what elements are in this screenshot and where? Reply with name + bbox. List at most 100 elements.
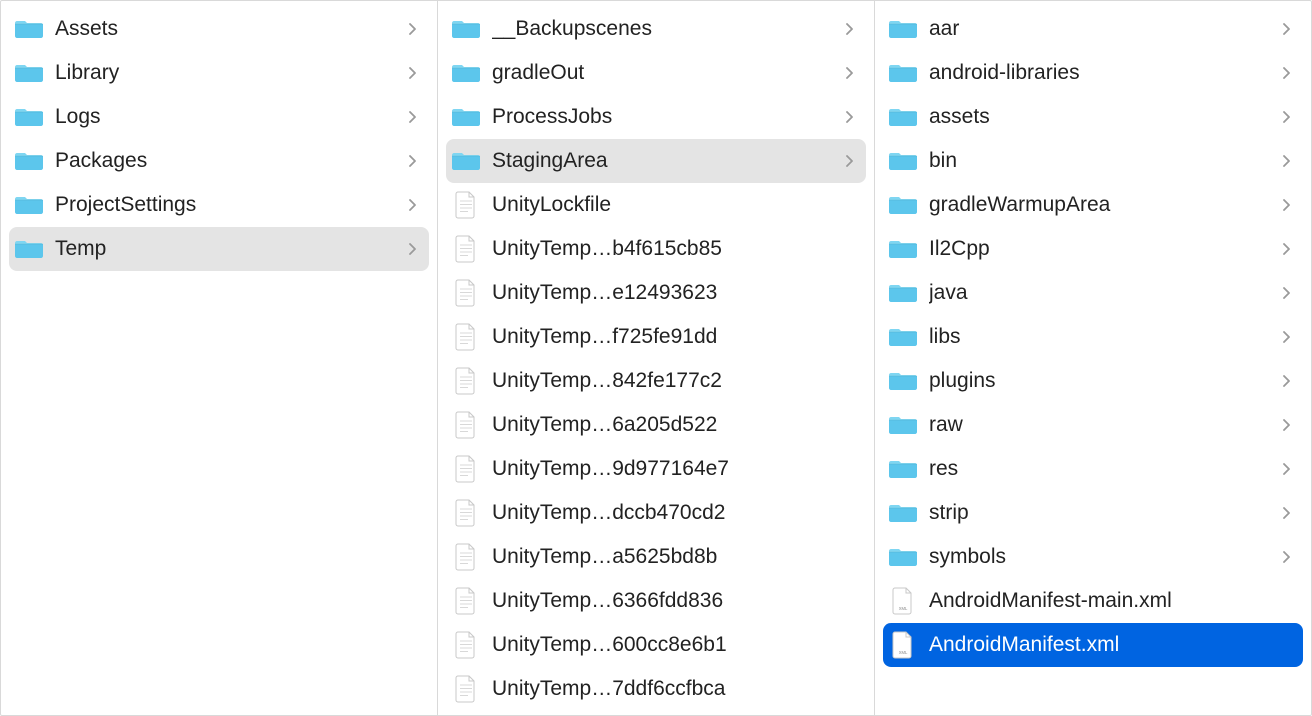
folder-icon bbox=[889, 235, 917, 263]
list-item-gradlewarmuparea[interactable]: gradleWarmupArea bbox=[883, 183, 1303, 227]
list-item-projectsettings[interactable]: ProjectSettings bbox=[9, 183, 429, 227]
chevron-right-icon bbox=[1281, 287, 1293, 299]
list-item-java[interactable]: java bbox=[883, 271, 1303, 315]
column-1: Assets Library Logs Packages ProjectSett… bbox=[1, 1, 438, 715]
folder-icon bbox=[452, 59, 480, 87]
chevron-right-icon bbox=[844, 111, 856, 123]
folder-icon bbox=[452, 147, 480, 175]
folder-icon bbox=[15, 147, 43, 175]
list-item-backupscenes[interactable]: __Backupscenes bbox=[446, 7, 866, 51]
file-icon bbox=[452, 587, 480, 615]
folder-icon bbox=[889, 367, 917, 395]
item-label: strip bbox=[929, 501, 1269, 525]
chevron-right-icon bbox=[1281, 67, 1293, 79]
item-label: __Backupscenes bbox=[492, 17, 832, 41]
chevron-right-icon bbox=[407, 67, 419, 79]
chevron-right-icon bbox=[1281, 375, 1293, 387]
list-item-il2cpp[interactable]: Il2Cpp bbox=[883, 227, 1303, 271]
list-item-libs[interactable]: libs bbox=[883, 315, 1303, 359]
list-item-unitytemp-f725fe91dd[interactable]: UnityTemp…f725fe91dd bbox=[446, 315, 866, 359]
list-item-assets[interactable]: Assets bbox=[9, 7, 429, 51]
item-label: libs bbox=[929, 325, 1269, 349]
item-label: UnityTemp…600cc8e6b1 bbox=[492, 633, 856, 657]
list-item-assets[interactable]: assets bbox=[883, 95, 1303, 139]
item-label: android-libraries bbox=[929, 61, 1269, 85]
item-label: res bbox=[929, 457, 1269, 481]
chevron-right-icon bbox=[1281, 199, 1293, 211]
svg-text:XML: XML bbox=[899, 606, 908, 611]
folder-icon bbox=[889, 499, 917, 527]
list-item-unitytemp-9d977164e7[interactable]: UnityTemp…9d977164e7 bbox=[446, 447, 866, 491]
list-item-library[interactable]: Library bbox=[9, 51, 429, 95]
item-label: aar bbox=[929, 17, 1269, 41]
file-icon bbox=[452, 367, 480, 395]
file-icon bbox=[452, 631, 480, 659]
list-item-gradleout[interactable]: gradleOut bbox=[446, 51, 866, 95]
item-label: Packages bbox=[55, 149, 395, 173]
list-item-stagingarea[interactable]: StagingArea bbox=[446, 139, 866, 183]
chevron-right-icon bbox=[1281, 155, 1293, 167]
list-item-raw[interactable]: raw bbox=[883, 403, 1303, 447]
item-label: UnityTemp…b4f615cb85 bbox=[492, 237, 856, 261]
list-item-temp[interactable]: Temp bbox=[9, 227, 429, 271]
item-label: plugins bbox=[929, 369, 1269, 393]
folder-icon bbox=[889, 103, 917, 131]
list-item-unitytemp-dccb470cd2[interactable]: UnityTemp…dccb470cd2 bbox=[446, 491, 866, 535]
chevron-right-icon bbox=[407, 155, 419, 167]
item-label: UnityTemp…7ddf6ccfbca bbox=[492, 677, 856, 701]
item-label: Temp bbox=[55, 237, 395, 261]
item-label: Il2Cpp bbox=[929, 237, 1269, 261]
list-item-logs[interactable]: Logs bbox=[9, 95, 429, 139]
chevron-right-icon bbox=[1281, 331, 1293, 343]
folder-icon bbox=[889, 15, 917, 43]
list-item-packages[interactable]: Packages bbox=[9, 139, 429, 183]
list-item-unitytemp-a5625bd8b[interactable]: UnityTemp…a5625bd8b bbox=[446, 535, 866, 579]
item-label: UnityTemp…6366fdd836 bbox=[492, 589, 856, 613]
folder-icon bbox=[15, 103, 43, 131]
list-item-plugins[interactable]: plugins bbox=[883, 359, 1303, 403]
folder-icon bbox=[889, 279, 917, 307]
item-label: UnityTemp…f725fe91dd bbox=[492, 325, 856, 349]
file-icon bbox=[452, 235, 480, 263]
list-item-androidmanifest-main-xml[interactable]: XML AndroidManifest-main.xml bbox=[883, 579, 1303, 623]
finder-columns: Assets Library Logs Packages ProjectSett… bbox=[0, 0, 1312, 716]
folder-icon bbox=[15, 59, 43, 87]
list-item-bin[interactable]: bin bbox=[883, 139, 1303, 183]
chevron-right-icon bbox=[407, 111, 419, 123]
list-item-unitytemp-600cc8e6b1[interactable]: UnityTemp…600cc8e6b1 bbox=[446, 623, 866, 667]
item-label: assets bbox=[929, 105, 1269, 129]
list-item-androidmanifest-xml[interactable]: XML AndroidManifest.xml bbox=[883, 623, 1303, 667]
list-item-strip[interactable]: strip bbox=[883, 491, 1303, 535]
folder-icon bbox=[889, 59, 917, 87]
folder-icon bbox=[889, 191, 917, 219]
item-label: AndroidManifest-main.xml bbox=[929, 589, 1293, 613]
folder-icon bbox=[889, 455, 917, 483]
xml-file-icon: XML bbox=[889, 587, 917, 615]
item-label: UnityTemp…dccb470cd2 bbox=[492, 501, 856, 525]
chevron-right-icon bbox=[1281, 463, 1293, 475]
item-label: ProjectSettings bbox=[55, 193, 395, 217]
chevron-right-icon bbox=[407, 243, 419, 255]
list-item-unitytemp-6366fdd836[interactable]: UnityTemp…6366fdd836 bbox=[446, 579, 866, 623]
chevron-right-icon bbox=[1281, 419, 1293, 431]
list-item-unitytemp-6a205d522[interactable]: UnityTemp…6a205d522 bbox=[446, 403, 866, 447]
column-3: aar android-libraries assets bin gradleW… bbox=[875, 1, 1311, 715]
list-item-unitytemp-842fe177c2[interactable]: UnityTemp…842fe177c2 bbox=[446, 359, 866, 403]
list-item-android-libraries[interactable]: android-libraries bbox=[883, 51, 1303, 95]
list-item-res[interactable]: res bbox=[883, 447, 1303, 491]
list-item-unitytemp-e12493623[interactable]: UnityTemp…e12493623 bbox=[446, 271, 866, 315]
chevron-right-icon bbox=[407, 23, 419, 35]
file-icon bbox=[452, 191, 480, 219]
list-item-unitytemp-b4f615cb85[interactable]: UnityTemp…b4f615cb85 bbox=[446, 227, 866, 271]
item-label: java bbox=[929, 281, 1269, 305]
chevron-right-icon bbox=[844, 67, 856, 79]
list-item-unitytemp-7ddf6ccfbca[interactable]: UnityTemp…7ddf6ccfbca bbox=[446, 667, 866, 711]
list-item-unitylockfile[interactable]: UnityLockfile bbox=[446, 183, 866, 227]
list-item-processjobs[interactable]: ProcessJobs bbox=[446, 95, 866, 139]
chevron-right-icon bbox=[1281, 23, 1293, 35]
list-item-symbols[interactable]: symbols bbox=[883, 535, 1303, 579]
folder-icon bbox=[15, 191, 43, 219]
list-item-aar[interactable]: aar bbox=[883, 7, 1303, 51]
item-label: UnityTemp…a5625bd8b bbox=[492, 545, 856, 569]
item-label: gradleOut bbox=[492, 61, 832, 85]
